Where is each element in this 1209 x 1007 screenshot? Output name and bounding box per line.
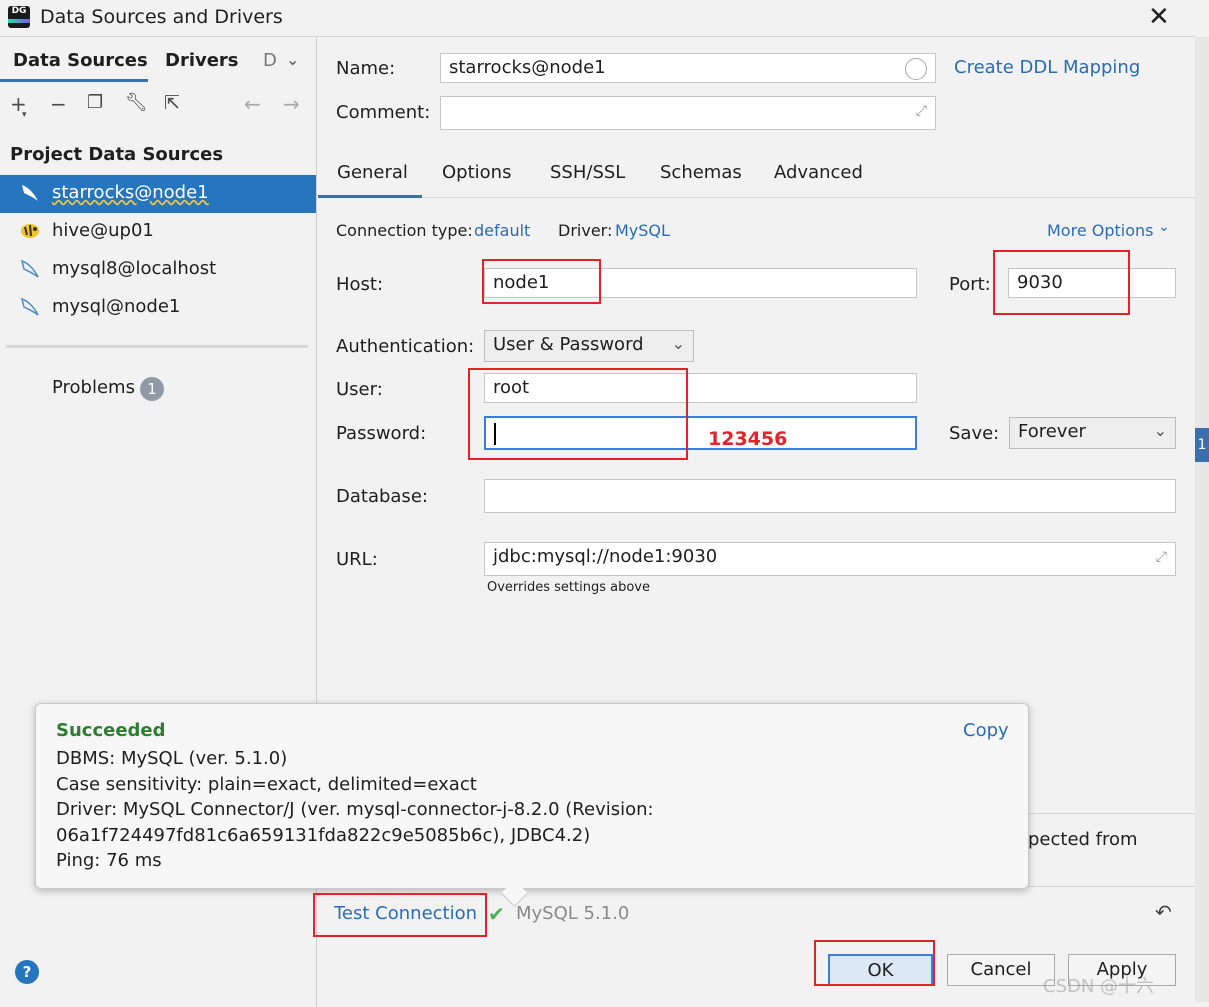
test-result: MySQL 5.1.0 xyxy=(516,903,630,924)
tab-drivers[interactable]: Drivers xyxy=(165,50,239,71)
back-arrow-icon[interactable]: ← xyxy=(244,92,261,116)
popup-line: Case sensitivity: plain=exact, delimited… xyxy=(56,774,477,795)
connection-type-link[interactable]: default xyxy=(474,221,530,240)
password-label: Password: xyxy=(336,423,427,444)
bee-icon xyxy=(21,224,39,238)
duplicate-icon[interactable]: ❐ xyxy=(87,92,103,113)
active-tab-indicator xyxy=(0,79,148,82)
more-options-link[interactable]: More Options xyxy=(1047,221,1153,240)
password-annotation: 123456 xyxy=(708,428,788,450)
name-field[interactable]: starrocks@node1 xyxy=(440,53,936,83)
datasource-item[interactable]: hive@up01 xyxy=(0,213,316,251)
expand-icon[interactable]: ⤢ xyxy=(1156,549,1167,565)
datasource-label: hive@up01 xyxy=(52,220,154,241)
problems-link[interactable]: Problems xyxy=(52,377,135,398)
datasource-label: starrocks@node1 xyxy=(52,182,209,203)
help-icon[interactable]: ? xyxy=(15,960,39,984)
popup-line: Driver: MySQL Connector/J (ver. mysql-co… xyxy=(56,799,654,820)
annotation-box xyxy=(814,940,935,986)
datasource-item[interactable]: mysql@node1 xyxy=(0,289,316,327)
datasource-item[interactable]: mysql8@localhost xyxy=(0,251,316,289)
driver-link[interactable]: MySQL xyxy=(615,221,670,240)
wrench-icon[interactable]: 🔧︎ xyxy=(125,92,148,113)
chevron-down-icon: ⌄ xyxy=(1153,421,1167,440)
dolphin-icon xyxy=(20,297,39,316)
tab-advanced[interactable]: Advanced xyxy=(774,162,863,183)
authentication-value: User & Password xyxy=(493,334,644,355)
revert-icon[interactable]: ↶ xyxy=(1155,900,1172,924)
url-field[interactable]: jdbc:mysql://node1:9030 ⤢ xyxy=(484,542,1176,576)
copy-link[interactable]: Copy xyxy=(963,720,1009,741)
dolphin-icon xyxy=(22,185,38,201)
create-ddl-mapping-link[interactable]: Create DDL Mapping xyxy=(954,57,1140,78)
annotation-box xyxy=(993,250,1130,315)
annotation-box xyxy=(468,368,688,460)
driver-label: Driver: xyxy=(558,221,613,240)
popup-line: 06a1f724497fd81c6a659131fda822c9e5085b6c… xyxy=(56,825,591,846)
url-value: jdbc:mysql://node1:9030 xyxy=(493,546,718,567)
tab-options[interactable]: Options xyxy=(442,162,511,183)
tab-ssh-ssl[interactable]: SSH/SSL xyxy=(550,162,625,183)
tab-schemas[interactable]: Schemas xyxy=(660,162,742,183)
window-title: Data Sources and Drivers xyxy=(40,6,283,28)
left-separator xyxy=(6,345,308,348)
popup-line: Ping: 76 ms xyxy=(56,850,162,871)
annotation-box xyxy=(482,259,601,304)
annotation-box xyxy=(313,893,487,937)
url-hint: Overrides settings above xyxy=(487,580,650,595)
url-label: URL: xyxy=(336,549,378,570)
remove-icon[interactable]: − xyxy=(50,92,67,116)
tabs-separator xyxy=(318,197,1196,198)
problems-count-badge: 1 xyxy=(140,377,164,401)
test-connection-popup: Succeeded Copy DBMS: MySQL (ver. 5.1.0) … xyxy=(35,703,1029,889)
datasource-label: mysql8@localhost xyxy=(52,258,217,279)
comment-field[interactable]: ⤢ xyxy=(440,96,936,130)
name-label: Name: xyxy=(336,58,396,79)
host-label: Host: xyxy=(336,274,384,295)
side-tab-marker: 1 xyxy=(1195,428,1209,462)
active-tab-indicator xyxy=(318,195,422,198)
tab-general[interactable]: General xyxy=(337,162,408,183)
authentication-label: Authentication: xyxy=(336,336,475,357)
tab-data-sources[interactable]: Data Sources xyxy=(13,50,148,71)
database-label: Database: xyxy=(336,486,428,507)
datagrip-app-icon: DG xyxy=(8,6,30,28)
connection-type-label: Connection type: xyxy=(336,221,473,240)
save-select[interactable]: Forever ⌄ xyxy=(1009,417,1176,449)
dolphin-icon xyxy=(20,259,39,278)
watermark: CSDN @十六 xyxy=(1043,976,1155,997)
name-value: starrocks@node1 xyxy=(449,57,606,78)
expand-icon[interactable]: ⤢ xyxy=(916,103,927,119)
app-badge-text: DG xyxy=(11,6,27,16)
port-label: Port: xyxy=(949,274,991,295)
datasource-label: mysql@node1 xyxy=(52,296,181,317)
datasource-item[interactable]: starrocks@node1 xyxy=(0,175,316,213)
comment-label: Comment: xyxy=(336,102,431,123)
authentication-select[interactable]: User & Password ⌄ xyxy=(484,330,694,362)
save-label: Save: xyxy=(949,423,1000,444)
user-label: User: xyxy=(336,379,383,400)
right-edge-panel xyxy=(1195,37,1209,1002)
chevron-down-icon: ⌄ xyxy=(671,334,685,353)
database-field[interactable] xyxy=(484,479,1176,513)
color-circle-icon[interactable] xyxy=(905,58,927,80)
cancel-button[interactable]: Cancel xyxy=(947,954,1055,986)
close-icon[interactable]: ✕ xyxy=(1148,2,1170,32)
project-data-sources-heading: Project Data Sources xyxy=(10,144,224,165)
partial-text: pected from xyxy=(1028,829,1138,850)
chevron-down-icon[interactable]: ⌄ xyxy=(286,50,299,69)
open-external-icon[interactable]: ⇱ xyxy=(164,92,180,114)
forward-arrow-icon[interactable]: → xyxy=(283,92,300,116)
add-dropdown-icon[interactable]: ▾ xyxy=(22,110,27,120)
checkmark-icon: ✔ xyxy=(488,902,505,926)
tab-overflow[interactable]: D xyxy=(263,50,277,71)
save-value: Forever xyxy=(1018,421,1086,442)
chevron-down-icon[interactable]: ⌄ xyxy=(1158,219,1170,235)
success-status: Succeeded xyxy=(56,720,166,741)
popup-line: DBMS: MySQL (ver. 5.1.0) xyxy=(56,748,288,769)
